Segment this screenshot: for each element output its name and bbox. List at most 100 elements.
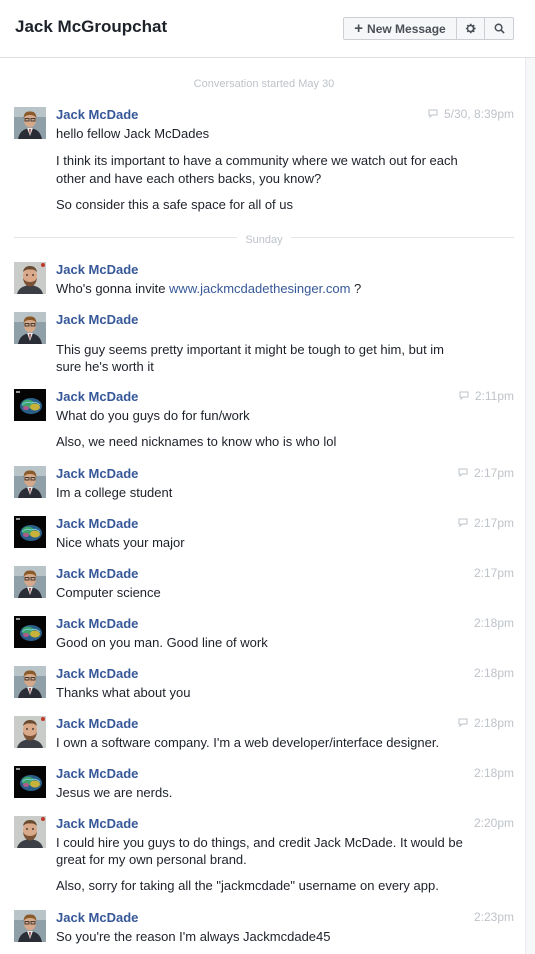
conversation-header: Jack McGroupchat + New Message (0, 0, 535, 58)
suit-portrait-icon (14, 666, 46, 698)
message-time: 2:18pm (473, 766, 514, 780)
avatar[interactable] (14, 262, 46, 294)
avatar[interactable] (14, 516, 46, 548)
message-time: 2:17pm (473, 566, 514, 580)
conversation-start-divider: Conversation started May 30 (14, 74, 514, 91)
seen-bubble-icon (458, 516, 468, 530)
message-text: Thanks what about you (56, 685, 191, 700)
message-text: I could hire you guys to do things, and … (56, 835, 463, 850)
gear-icon (465, 23, 476, 34)
seen-bubble-icon (459, 389, 469, 403)
message-text: Good on you man. Good line of work (56, 635, 268, 650)
search-button[interactable] (485, 18, 513, 39)
message-timestamp: 2:17pm (474, 566, 514, 580)
message-text: Jesus we are nerds. (56, 785, 173, 800)
sender-name[interactable]: Jack McDade (56, 107, 138, 122)
bearded-portrait-icon (14, 262, 46, 294)
message-text: So consider this a safe space for all of… (56, 197, 294, 212)
plus-icon: + (354, 20, 364, 37)
conversation-title: Jack McGroupchat (15, 17, 168, 36)
message-time: 2:17pm (473, 466, 514, 480)
sender-name[interactable]: Jack McDade (56, 766, 138, 781)
message-time: 2:18pm (473, 616, 514, 630)
message-timestamp: 2:17pm (458, 466, 514, 480)
bearded-portrait-icon (14, 816, 46, 848)
message-timestamp: 2:23pm (474, 910, 514, 924)
settings-button[interactable] (457, 18, 485, 39)
sunday-divider: Sunday (14, 230, 514, 247)
message-text: other and have each others backs, you kn… (56, 171, 322, 186)
suit-portrait-icon (14, 566, 46, 598)
message-time: 2:17pm (473, 516, 514, 530)
message-timestamp: 2:11pm (459, 389, 514, 403)
message-text: Nice whats your major (56, 535, 185, 550)
message-text: Im a college student (56, 485, 173, 500)
bearded-portrait-icon (14, 716, 46, 748)
header-toolbar: + New Message (343, 17, 514, 40)
new-message-button[interactable]: + New Message (344, 18, 457, 39)
message-time: 2:20pm (473, 816, 514, 830)
message-text: great for my own personal brand. (56, 852, 247, 867)
seen-bubble-icon (458, 466, 468, 480)
sender-name[interactable]: Jack McDade (56, 389, 138, 404)
avatar[interactable] (14, 466, 46, 498)
message-time: 2:18pm (473, 716, 514, 730)
message-text: This guy seems pretty important it might… (56, 342, 445, 357)
avatar[interactable] (14, 389, 46, 421)
avatar[interactable] (14, 566, 46, 598)
avatar[interactable] (14, 766, 46, 798)
new-message-label: New Message (367, 21, 446, 36)
avatar[interactable] (14, 666, 46, 698)
suit-portrait-icon (14, 466, 46, 498)
seen-bubble-icon (428, 107, 438, 121)
avatar[interactable] (14, 816, 46, 848)
sender-name[interactable]: Jack McDade (56, 816, 138, 831)
suit-portrait-icon (14, 312, 46, 344)
message-timestamp: 2:20pm (474, 816, 514, 830)
message-text-part: ? (350, 281, 362, 296)
sender-name[interactable]: Jack McDade (56, 466, 138, 481)
message-time: 2:23pm (473, 910, 514, 924)
avatar[interactable] (14, 616, 46, 648)
avatar[interactable] (14, 107, 46, 139)
message-text: sure he's worth it (56, 359, 154, 374)
avatar[interactable] (14, 716, 46, 748)
message-time: 2:18pm (473, 666, 514, 680)
message-text: So you're the reason I'm always Jackmcda… (56, 929, 331, 944)
message-text: hello fellow Jack McDades (56, 126, 210, 141)
conversation-start-label: Conversation started May 30 (185, 77, 343, 91)
sender-name[interactable]: Jack McDade (56, 666, 138, 681)
seen-bubble-icon (458, 716, 468, 730)
sender-name[interactable]: Jack McDade (56, 716, 138, 731)
sender-name[interactable]: Jack McDade (56, 262, 138, 277)
message-timestamp: 2:17pm (458, 516, 514, 530)
sender-name[interactable]: Jack McDade (56, 910, 138, 925)
brain-avatar-icon (14, 389, 46, 421)
message-time: 2:11pm (474, 389, 514, 403)
message-time: 5/30, 8:39pm (443, 107, 514, 121)
sender-name[interactable]: Jack McDade (56, 516, 138, 531)
message-timestamp: 2:18pm (458, 716, 514, 730)
suit-portrait-icon (14, 107, 46, 139)
message-text: I own a software company. I'm a web deve… (56, 735, 440, 750)
message-text: Also, sorry for taking all the "jackmcda… (56, 878, 439, 893)
sender-name[interactable]: Jack McDade (56, 616, 138, 631)
message-text-part: Who's gonna invite (56, 281, 170, 296)
scrollbar[interactable] (525, 58, 535, 954)
message-timestamp: 2:18pm (474, 616, 514, 630)
message-timestamp: 5/30, 8:39pm (428, 107, 514, 121)
message-link[interactable]: www.jackmcdadethesinger.com (169, 281, 350, 296)
avatar[interactable] (14, 910, 46, 942)
avatar[interactable] (14, 312, 46, 344)
brain-avatar-icon (14, 616, 46, 648)
sender-name[interactable]: Jack McDade (56, 566, 138, 581)
message-text: I think its important to have a communit… (56, 153, 458, 168)
suit-portrait-icon (14, 910, 46, 942)
message-text: Computer science (56, 585, 161, 600)
sender-name[interactable]: Jack McDade (56, 312, 138, 327)
message-text: Also, we need nicknames to know who is w… (56, 434, 337, 449)
message-text: Who's gonna invite www.jackmcdadethesing… (56, 280, 476, 298)
brain-avatar-icon (14, 766, 46, 798)
message-text: What do you guys do for fun/work (56, 408, 250, 423)
brain-avatar-icon (14, 516, 46, 548)
